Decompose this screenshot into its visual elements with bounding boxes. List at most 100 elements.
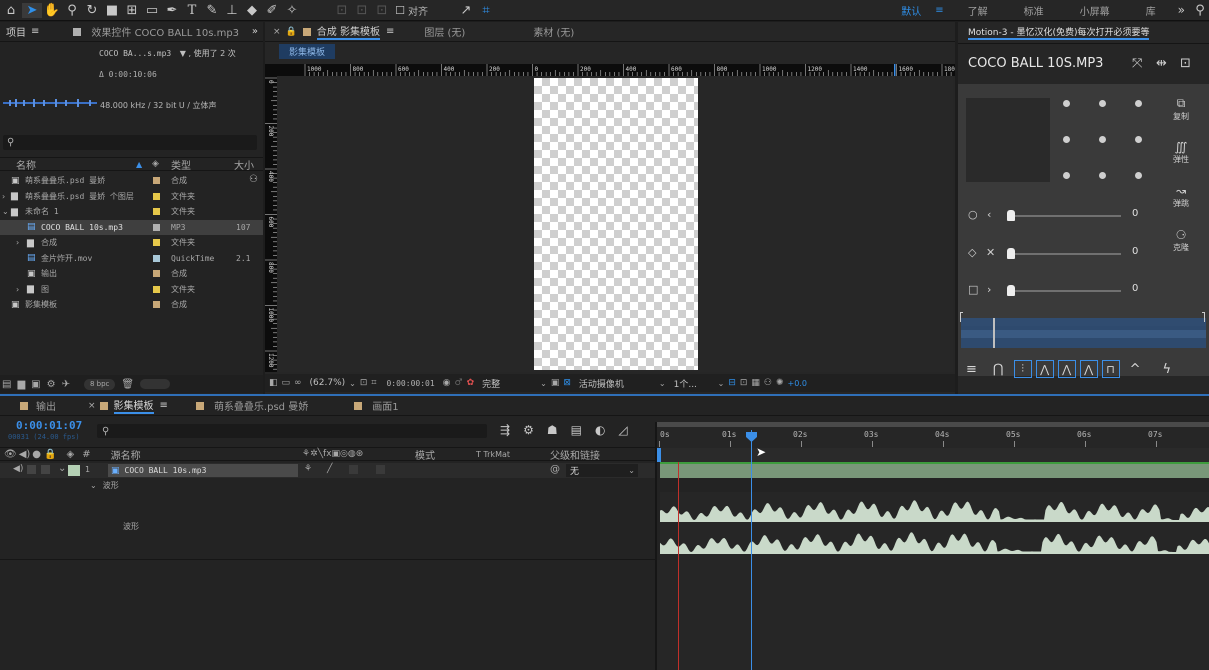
type-tool-icon[interactable]: T — [182, 3, 202, 18]
monitor-icon[interactable]: ▭ — [282, 378, 291, 388]
workspace-more[interactable]: » — [1178, 3, 1185, 17]
transparency-grid-icon[interactable]: ▣ — [551, 378, 560, 388]
quality-chevron-icon[interactable]: ⌄ — [540, 379, 547, 388]
project-item[interactable]: ▣ 萌系叠叠乐.psd 曼娇 合成 — [0, 173, 263, 189]
settings-icon[interactable]: ⚙ — [47, 379, 56, 390]
col-mode[interactable]: 模式 — [415, 447, 435, 462]
col-size[interactable]: 大小 — [234, 157, 254, 172]
home-icon[interactable]: ⌂ — [0, 3, 22, 18]
workspace-standard[interactable]: 标准 — [1024, 3, 1044, 18]
zoom-chevron-icon[interactable]: ⌄ — [349, 379, 356, 388]
slider-value-3[interactable]: 0 — [1132, 283, 1138, 294]
interpret-footage-icon[interactable]: ▤ — [2, 379, 11, 390]
project-item[interactable]: › ▆ 合成 文件夹 — [0, 235, 263, 251]
solo-box[interactable] — [27, 465, 36, 474]
timeline-menu-icon[interactable]: ≡ — [160, 400, 168, 411]
new-comp-icon[interactable]: ▣ — [31, 379, 40, 390]
snap-option-icon[interactable]: ↗ — [456, 3, 476, 18]
frame-blend-icon[interactable]: ▤ — [571, 423, 582, 437]
slider-track-3[interactable] — [1011, 290, 1121, 292]
label-color-swatch[interactable] — [153, 285, 160, 293]
chevron-left-icon[interactable]: ‹ — [987, 208, 991, 221]
label-color-swatch[interactable] — [153, 239, 160, 247]
anchor-mc[interactable] — [1099, 136, 1106, 143]
fast-preview-icon[interactable]: ⊟ — [728, 378, 736, 388]
show-snapshot-icon[interactable]: ♂ — [455, 378, 463, 388]
label-color-swatch[interactable] — [153, 254, 160, 262]
hamburger-menu-icon[interactable]: ≡ — [966, 362, 977, 377]
slider-value-2[interactable]: 0 — [1132, 246, 1138, 257]
project-item[interactable]: ⌄ ▆ 未命名 1 文件夹 — [0, 204, 263, 220]
label-color-swatch[interactable] — [153, 223, 160, 231]
audio-toggle-icon[interactable]: ◀) — [13, 464, 23, 474]
anchor-bc[interactable] — [1099, 172, 1106, 179]
chevron-right-icon[interactable]: › — [987, 283, 991, 296]
grid-toggle-icon[interactable]: ⊠ — [563, 378, 571, 388]
slider-thumb-1[interactable] — [1007, 210, 1015, 221]
footer-slider[interactable] — [140, 379, 171, 389]
waveform-group[interactable]: ⌄ 波形 — [90, 480, 119, 491]
lightning-icon[interactable]: ϟ — [1162, 362, 1171, 377]
project-item[interactable]: ▤ 金片炸开.mov QuickTime 2.1 — [0, 251, 263, 267]
anchor-tc[interactable] — [1099, 100, 1106, 107]
anchor-mr[interactable] — [1135, 136, 1142, 143]
draft-3d-icon[interactable]: ⚙ — [523, 423, 534, 437]
expand-arrow-icon[interactable]: › — [16, 285, 19, 294]
layer-motionblur-box[interactable] — [376, 465, 385, 474]
tab-effect-controls[interactable]: 效果控件 COCO BALL 10s.mp3 — [91, 24, 239, 39]
workspace-menu-icon[interactable]: ≡ — [935, 5, 943, 16]
col-trkmat[interactable]: T TrkMat — [476, 450, 510, 459]
current-timecode[interactable]: 0:00:01:07 — [16, 419, 82, 432]
axis-world-icon[interactable]: ⊡ — [352, 3, 372, 18]
trash-icon[interactable]: 🗑 — [121, 379, 134, 390]
flowchart-view-icon[interactable]: ⚇ — [764, 378, 772, 388]
workspace-learn[interactable]: 了解 — [968, 3, 988, 18]
project-item[interactable]: › ▆ 图 文件夹 — [0, 282, 263, 298]
timeline-link-icon[interactable]: ⊡ — [740, 378, 748, 388]
comp-menu-icon[interactable]: ≡ — [386, 26, 394, 37]
expand-chevron-icon[interactable]: ⌄ — [58, 463, 66, 474]
slider-value-1[interactable]: 0 — [1132, 208, 1138, 219]
comp-flow-icon[interactable]: ▦ — [751, 378, 760, 388]
label-col-icon[interactable]: ◈ — [66, 449, 74, 460]
slider-track-2[interactable] — [1011, 253, 1121, 255]
workspace-default[interactable]: 默认 — [901, 3, 921, 18]
parent-dropdown[interactable]: 无 ⌄ — [566, 464, 638, 477]
col-parent[interactable]: 父级和链接 — [550, 447, 600, 462]
pan-behind-icon[interactable]: ⊞ — [122, 3, 142, 18]
project-item[interactable]: ▤ COCO BALL 10s.mp3 MP3 107 — [0, 219, 263, 235]
layer-switch-icon[interactable]: ⚘ — [304, 464, 312, 474]
expand-arrow-icon[interactable]: › — [16, 238, 19, 247]
audio-col-icon[interactable]: ◀) — [19, 449, 31, 460]
views-dropdown[interactable]: 1个... — [674, 377, 714, 390]
solo-col-icon[interactable]: ● — [32, 449, 41, 460]
ease-hold-icon[interactable]: ⊓ — [1101, 360, 1120, 378]
camera-snapshot-icon[interactable]: ◉ — [443, 378, 451, 388]
exposure-icon[interactable]: ✺ — [776, 378, 784, 388]
selection-tool-icon[interactable]: ➤ — [22, 2, 42, 18]
label-color-swatch[interactable] — [153, 177, 160, 185]
fit-center-icon[interactable]: ⊡ — [1180, 56, 1191, 71]
col-type[interactable]: 类型 — [171, 157, 191, 172]
anchor-preview[interactable] — [966, 98, 1050, 182]
anchor-tl[interactable] — [1063, 100, 1070, 107]
anchor-ml[interactable] — [1063, 136, 1070, 143]
col-name[interactable]: 名称 — [16, 157, 36, 172]
project-search[interactable]: ⚲ — [3, 135, 257, 150]
anchor-br[interactable] — [1135, 172, 1142, 179]
motion-clone-button[interactable]: ⚆ 克隆 — [1167, 228, 1195, 253]
motion-elastic-button[interactable]: ∭ 弹性 — [1167, 140, 1195, 165]
anchor-bl[interactable] — [1063, 172, 1070, 179]
eraser-tool-icon[interactable]: ◆ — [242, 3, 262, 18]
work-area-bar[interactable] — [657, 448, 1209, 462]
snap-edges-icon[interactable]: ⌗ — [476, 3, 496, 18]
slider-track-1[interactable] — [1011, 215, 1121, 217]
ease-in-icon[interactable]: ⋀ — [1035, 360, 1054, 378]
label-tag-icon[interactable]: ◈ — [152, 159, 159, 169]
vr-icon[interactable]: ∞ — [294, 378, 302, 388]
layer-duration-bar[interactable] — [660, 462, 1209, 478]
label-color-swatch[interactable] — [153, 270, 160, 278]
brush-tool-icon[interactable]: ✎ — [202, 3, 222, 18]
layer-fx-box[interactable] — [349, 465, 358, 474]
new-folder-icon[interactable]: ▆ — [17, 379, 25, 390]
